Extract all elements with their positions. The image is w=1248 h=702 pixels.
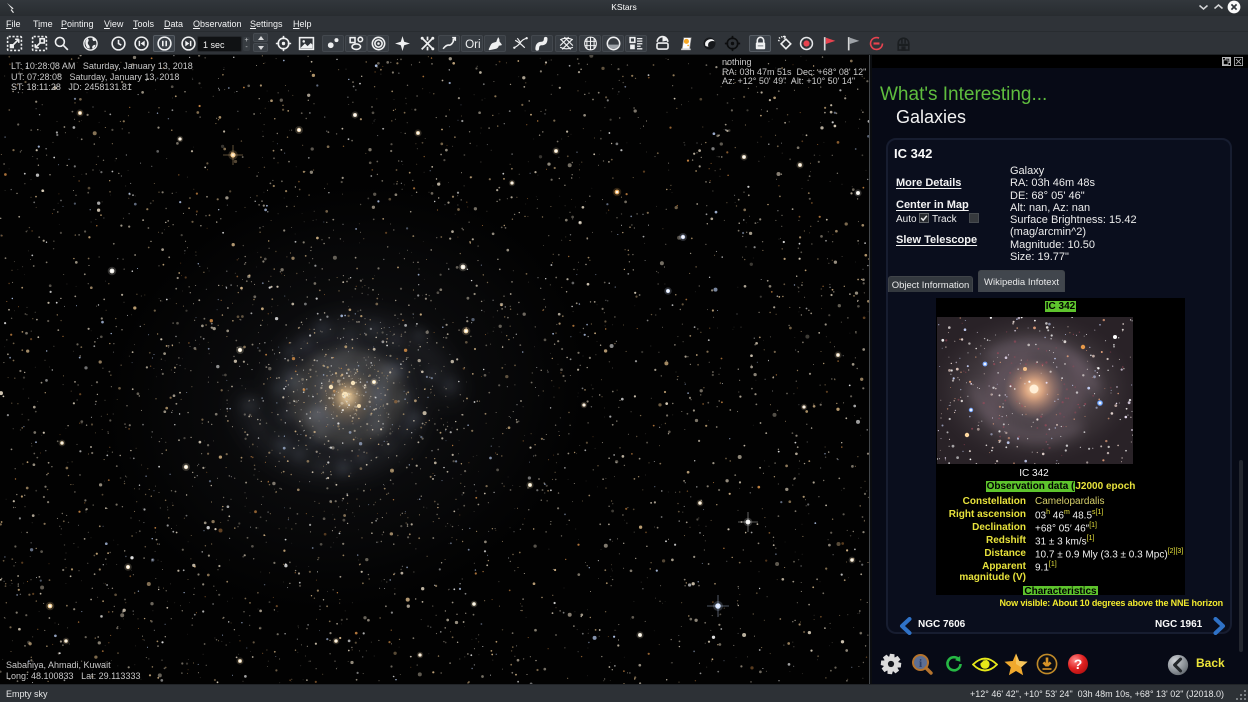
svg-text:Ori: Ori bbox=[465, 38, 481, 51]
